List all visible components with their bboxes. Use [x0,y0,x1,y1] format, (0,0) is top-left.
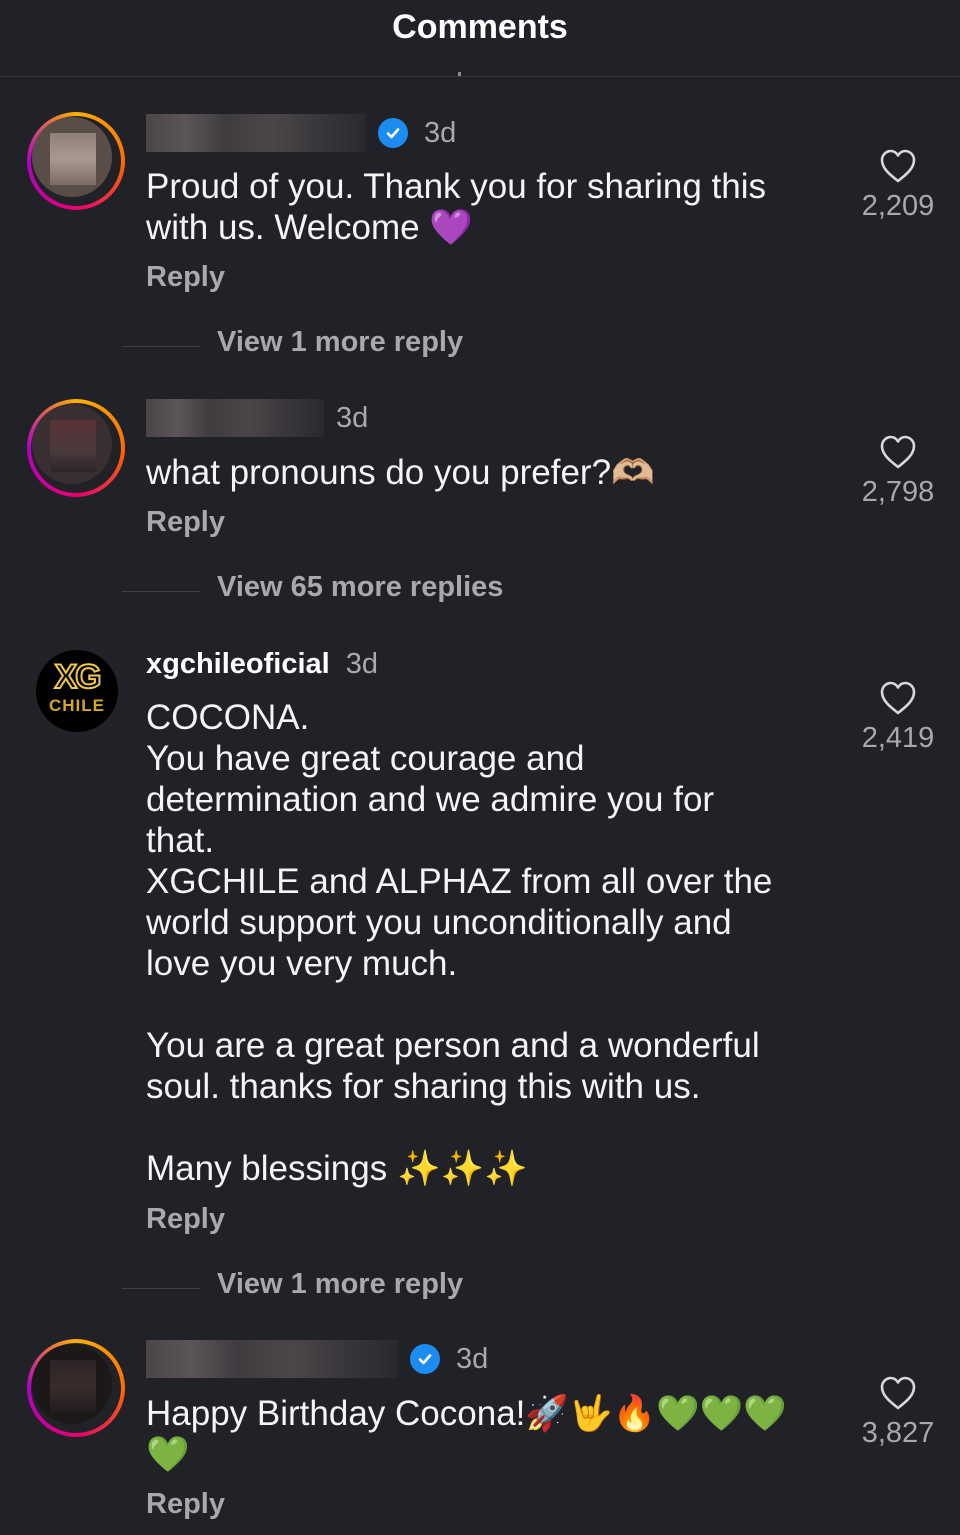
comment-text: COCONA. You have great courage and deter… [146,698,773,1188]
like-button[interactable]: 3,827 [852,1375,944,1450]
heart-icon [880,149,916,183]
avatar[interactable] [27,112,125,210]
comment-time: 3d [424,116,457,149]
like-count: 2,209 [861,190,935,222]
comment-time: 3d [456,1342,489,1375]
avatar[interactable] [27,399,125,497]
verified-badge-icon [378,118,408,148]
xg-logo-sub: CHILE [49,696,105,715]
comment-text: Proud of you. Thank you for sharing this… [146,167,766,247]
reply-button[interactable]: Reply [146,261,225,294]
username[interactable]: xgchileoficial [146,648,330,681]
xg-logo: XG [53,657,102,697]
like-button[interactable]: 2,419 [852,680,944,755]
like-button[interactable]: 2,209 [852,148,944,223]
comments-header: Comments [0,0,960,77]
like-count: 3,827 [861,1417,935,1449]
avatar[interactable]: XG CHILE [36,650,118,732]
view-more-replies[interactable]: View 1 more reply [0,1268,960,1308]
view-more-replies[interactable]: View 1 more reply [0,326,960,366]
like-button[interactable]: 2,798 [852,434,944,509]
reply-button[interactable]: Reply [146,1203,225,1236]
view-more-label: View 65 more replies [217,571,504,603]
comment-text: Happy Birthday Cocona!🚀🤟🔥💚💚💚 💚 [146,1394,787,1474]
scroll-indicator [458,72,461,76]
comment-time: 3d [345,647,378,680]
comment-time: 3d [336,401,369,434]
username-redacted[interactable] [146,399,324,437]
like-count: 2,419 [861,722,935,754]
reply-button[interactable]: Reply [146,1488,225,1521]
heart-icon [880,681,916,715]
verified-badge-icon [410,1344,440,1374]
avatar[interactable] [27,1339,125,1437]
view-more-label: View 1 more reply [217,326,464,358]
header-title: Comments [392,8,568,46]
username-redacted[interactable] [146,114,366,152]
view-more-label: View 1 more reply [217,1268,464,1300]
username-redacted[interactable] [146,1340,398,1378]
comment-text: what pronouns do you prefer?🫶🏼 [146,453,655,492]
like-count: 2,798 [861,476,935,508]
heart-icon [880,435,916,469]
heart-icon [880,1376,916,1410]
view-more-replies[interactable]: View 65 more replies [0,571,960,611]
reply-button[interactable]: Reply [146,506,225,539]
